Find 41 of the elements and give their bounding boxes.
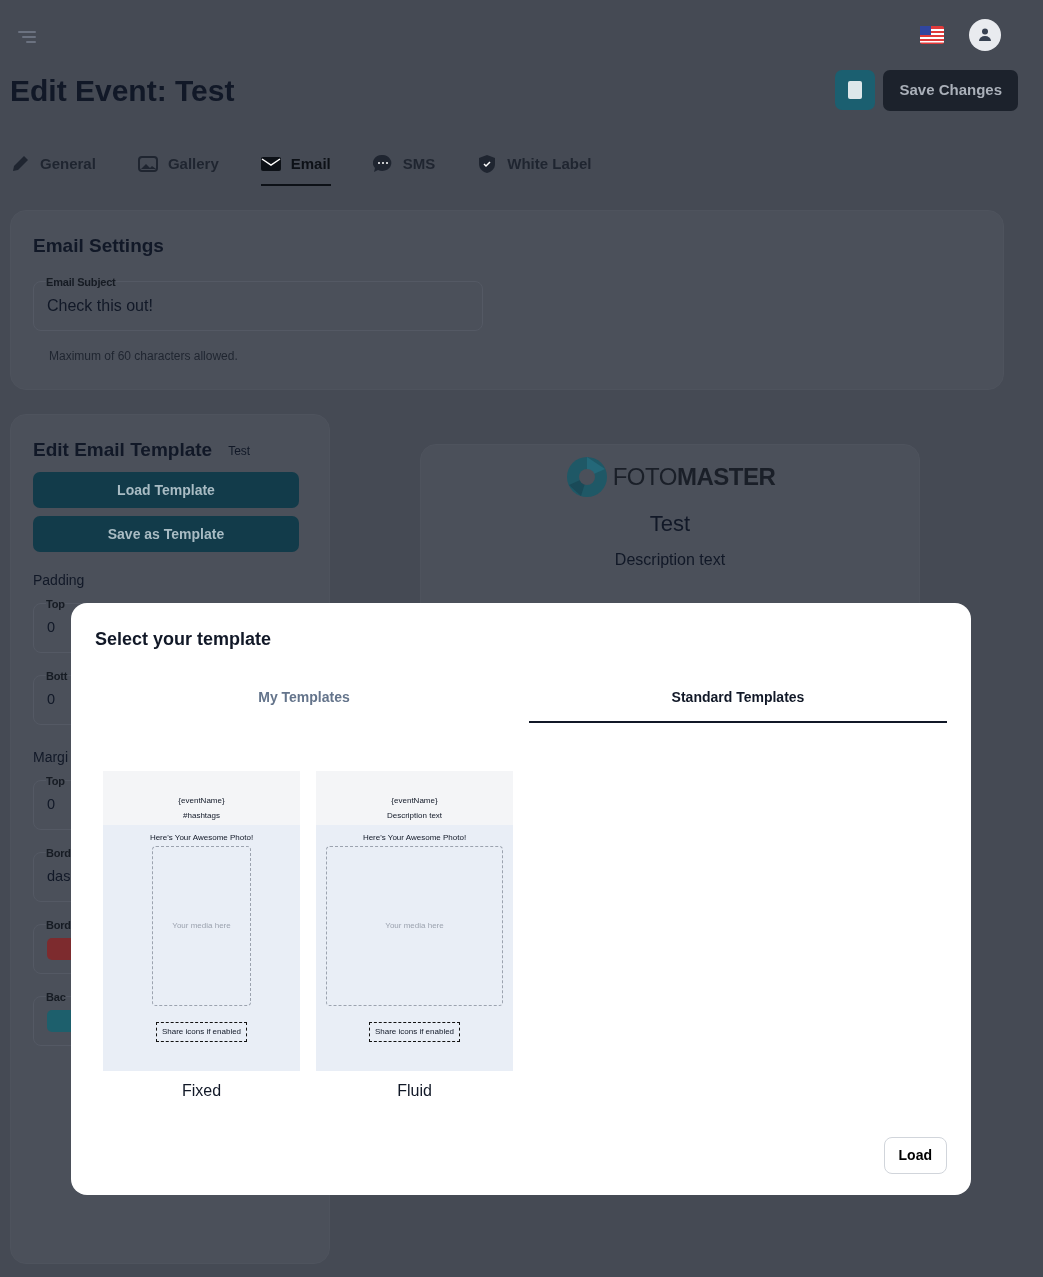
template-name: Fixed	[181, 1080, 222, 1101]
card-title: Email Settings	[33, 234, 165, 258]
thumb-heading: Here's Your Awesome Photo!	[362, 832, 467, 843]
thumb-subtitle: #hashtags	[183, 811, 220, 821]
media-placeholder: Your media here	[326, 846, 503, 1007]
template-button[interactable]: Save as Template	[33, 516, 299, 553]
modal-title: Select your template	[95, 629, 273, 651]
aperture-logo-icon	[564, 455, 609, 500]
clipboard-icon	[848, 81, 863, 99]
field-value: 0	[47, 795, 56, 815]
thumb-event-name: {eventName}	[178, 795, 225, 807]
card-title: Edit Email Template	[33, 439, 213, 463]
media-placeholder: Your media here	[152, 846, 251, 1007]
chat-icon	[372, 154, 393, 175]
field-value: Check this out!	[47, 296, 153, 317]
preview-description: Description text	[613, 550, 727, 571]
share-placeholder: Share icons if enabled	[155, 1022, 248, 1042]
thumb-event-name: {eventName}	[391, 795, 438, 807]
image-icon	[137, 154, 158, 175]
template-name: Fluid	[397, 1080, 432, 1101]
group-label: Margi	[33, 748, 69, 768]
modal-tab[interactable]: My Templates	[95, 674, 513, 723]
template-name: Test	[228, 442, 251, 460]
group-label: Padding	[33, 571, 86, 591]
template-thumbnail[interactable]: {eventName} Description text Here's Your Awesome Photo! Your media here Share icons if enabled	[316, 770, 513, 1071]
field-value: 0	[47, 618, 56, 638]
thumb-subtitle: Description text	[386, 811, 443, 821]
field-value: das	[47, 867, 71, 887]
modal-tab[interactable]: Standard Templates	[529, 674, 947, 723]
copy-button[interactable]	[835, 70, 876, 110]
field-value: 0	[47, 690, 56, 710]
avatar-icon[interactable]	[968, 18, 1002, 52]
share-placeholder: Share icons if enabled	[368, 1022, 461, 1042]
load-button[interactable]: Load	[883, 1136, 947, 1174]
preview-title: Test	[648, 510, 692, 539]
save-button[interactable]: Save Changes	[883, 70, 1018, 111]
flag-icon[interactable]	[920, 26, 944, 44]
shield-icon	[477, 154, 498, 175]
thumb-heading: Here's Your Awesome Photo!	[149, 832, 254, 843]
template-thumbnail[interactable]: {eventName} #hashtags Here's Your Awesome Photo! Your media here Share icons if enabled	[103, 770, 300, 1071]
template-button[interactable]: Load Template	[33, 472, 299, 509]
